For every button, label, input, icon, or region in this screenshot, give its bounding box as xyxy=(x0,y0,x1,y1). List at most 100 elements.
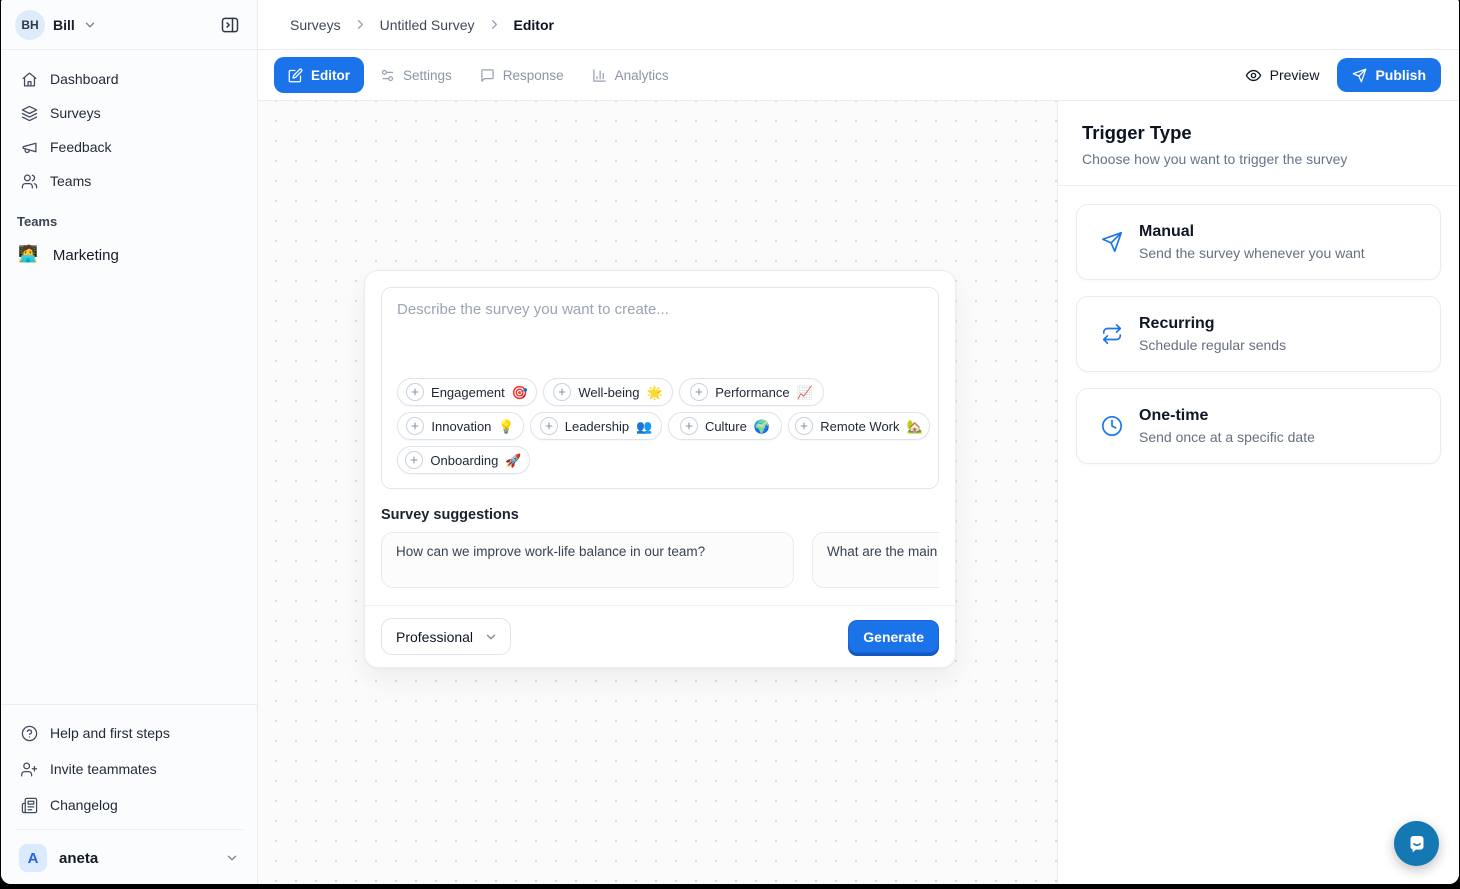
sidebar-item-help[interactable]: Help and first steps xyxy=(13,715,245,751)
topic-chips: Engagement 🎯 Well-being 🌟 xyxy=(397,378,932,474)
user-name: aneta xyxy=(59,850,213,867)
chevron-down-icon xyxy=(225,851,239,865)
settings-icon xyxy=(380,68,395,83)
topic-chip-remote-work[interactable]: Remote Work 🏡 xyxy=(788,412,930,440)
send-icon xyxy=(1101,231,1123,253)
tab-label: Editor xyxy=(311,68,350,83)
option-description: Send once at a specific date xyxy=(1139,429,1315,445)
sidebar-item-dashboard[interactable]: Dashboard xyxy=(13,62,245,96)
sidebar-item-feedback[interactable]: Feedback xyxy=(13,130,245,164)
trigger-option-one-time[interactable]: One-time Send once at a specific date xyxy=(1076,388,1441,464)
tab-response[interactable]: Response xyxy=(468,57,576,93)
generate-button[interactable]: Generate xyxy=(848,620,939,653)
users-icon xyxy=(21,173,38,190)
topic-emoji: 🎯 xyxy=(512,386,528,399)
trigger-option-manual[interactable]: Manual Send the survey whenever you want xyxy=(1076,204,1441,280)
bar-chart-icon xyxy=(592,68,607,83)
sidebar-item-label: Changelog xyxy=(50,797,118,813)
option-description: Schedule regular sends xyxy=(1139,337,1286,353)
topic-label: Leadership xyxy=(565,419,629,434)
topic-chip-wellbeing[interactable]: Well-being 🌟 xyxy=(543,378,673,406)
sidebar-item-label: Teams xyxy=(50,173,91,189)
topic-emoji: 👥 xyxy=(636,420,652,433)
panel-title: Trigger Type xyxy=(1082,122,1435,144)
trigger-panel-header: Trigger Type Choose how you want to trig… xyxy=(1058,101,1459,186)
chevron-right-icon xyxy=(353,17,368,32)
plus-icon xyxy=(540,417,558,435)
chat-launcher-button[interactable] xyxy=(1394,821,1439,866)
sidebar-item-changelog[interactable]: Changelog xyxy=(13,787,245,823)
sidebar: BH Bill Dashboard Surveys Feedback xyxy=(1,0,258,884)
topic-chip-onboarding[interactable]: Onboarding 🚀 xyxy=(397,446,530,474)
publish-button[interactable]: Publish xyxy=(1337,58,1441,92)
tab-label: Response xyxy=(503,68,564,83)
preview-button[interactable]: Preview xyxy=(1245,67,1320,84)
breadcrumb-surveys[interactable]: Surveys xyxy=(290,17,341,33)
trigger-type-panel: Trigger Type Choose how you want to trig… xyxy=(1057,101,1459,884)
survey-description-input[interactable] xyxy=(397,301,932,365)
topic-emoji: 🌟 xyxy=(647,386,663,399)
suggestions-row: How can we improve work-life balance in … xyxy=(381,532,939,588)
send-icon xyxy=(1352,68,1367,83)
topic-label: Performance xyxy=(715,385,789,400)
sidebar-item-surveys[interactable]: Surveys xyxy=(13,96,245,130)
plus-icon xyxy=(795,417,813,435)
tone-select[interactable]: Professional xyxy=(381,618,511,655)
workspace-avatar: BH xyxy=(15,10,45,40)
breadcrumb: Surveys Untitled Survey Editor xyxy=(258,0,1459,50)
sidebar-item-label: Surveys xyxy=(50,105,101,121)
tab-label: Settings xyxy=(403,68,452,83)
clock-icon xyxy=(1101,415,1123,437)
topic-label: Remote Work xyxy=(820,419,899,434)
topic-label: Engagement xyxy=(431,385,505,400)
sidebar-item-teams[interactable]: Teams xyxy=(13,164,245,198)
breadcrumb-survey-title[interactable]: Untitled Survey xyxy=(380,17,475,33)
topic-label: Innovation xyxy=(431,419,491,434)
sidebar-header: BH Bill xyxy=(1,0,257,50)
chevron-down-icon xyxy=(484,630,498,644)
user-avatar: A xyxy=(19,844,47,872)
help-circle-icon xyxy=(21,725,38,742)
topic-emoji: 📈 xyxy=(797,386,813,399)
breadcrumb-current-page: Editor xyxy=(514,17,554,33)
sidebar-item-label: Dashboard xyxy=(50,71,119,87)
suggestion-card[interactable]: What are the main ob xyxy=(812,532,939,588)
topic-label: Culture xyxy=(705,419,747,434)
topic-chip-innovation[interactable]: Innovation 💡 xyxy=(397,412,524,440)
tone-selected-value: Professional xyxy=(396,629,473,645)
topic-label: Onboarding xyxy=(430,453,498,468)
workspace-switcher[interactable]: BH Bill xyxy=(15,10,97,40)
suggestion-card[interactable]: How can we improve work-life balance in … xyxy=(381,532,794,588)
topic-emoji: 🚀 xyxy=(505,454,521,467)
tab-analytics[interactable]: Analytics xyxy=(580,57,681,93)
preview-label: Preview xyxy=(1270,67,1320,83)
chevron-down-icon xyxy=(83,18,97,32)
chevron-right-icon xyxy=(487,17,502,32)
option-title: Manual xyxy=(1139,223,1365,241)
topic-chip-leadership[interactable]: Leadership 👥 xyxy=(530,412,662,440)
user-menu[interactable]: A aneta xyxy=(13,836,245,884)
changelog-icon xyxy=(21,797,38,814)
tab-settings[interactable]: Settings xyxy=(368,57,464,93)
trigger-option-recurring[interactable]: Recurring Schedule regular sends xyxy=(1076,296,1441,372)
trigger-options: Manual Send the survey whenever you want… xyxy=(1058,186,1459,482)
topic-chip-performance[interactable]: Performance 📈 xyxy=(679,378,824,406)
editor-canvas: Engagement 🎯 Well-being 🌟 xyxy=(258,101,1057,884)
layers-icon xyxy=(21,105,38,122)
topic-emoji: 🌍 xyxy=(754,420,770,433)
tab-editor[interactable]: Editor xyxy=(274,57,364,93)
publish-label: Publish xyxy=(1375,67,1426,83)
plus-icon xyxy=(406,383,424,401)
sidebar-collapse-button[interactable] xyxy=(215,10,245,40)
sidebar-item-team-marketing[interactable]: 🧑‍💻 Marketing xyxy=(1,237,257,273)
prompt-card: Engagement 🎯 Well-being 🌟 xyxy=(381,287,939,489)
panel-subtitle: Choose how you want to trigger the surve… xyxy=(1082,151,1435,167)
plus-icon xyxy=(405,451,423,469)
team-label: Marketing xyxy=(53,247,119,264)
workspace-name: Bill xyxy=(53,17,75,33)
topic-chip-engagement[interactable]: Engagement 🎯 xyxy=(397,378,537,406)
composer-footer: Professional Generate xyxy=(365,605,955,667)
sidebar-item-invite[interactable]: Invite teammates xyxy=(13,751,245,787)
plus-icon xyxy=(406,417,424,435)
topic-chip-culture[interactable]: Culture 🌍 xyxy=(668,412,782,440)
